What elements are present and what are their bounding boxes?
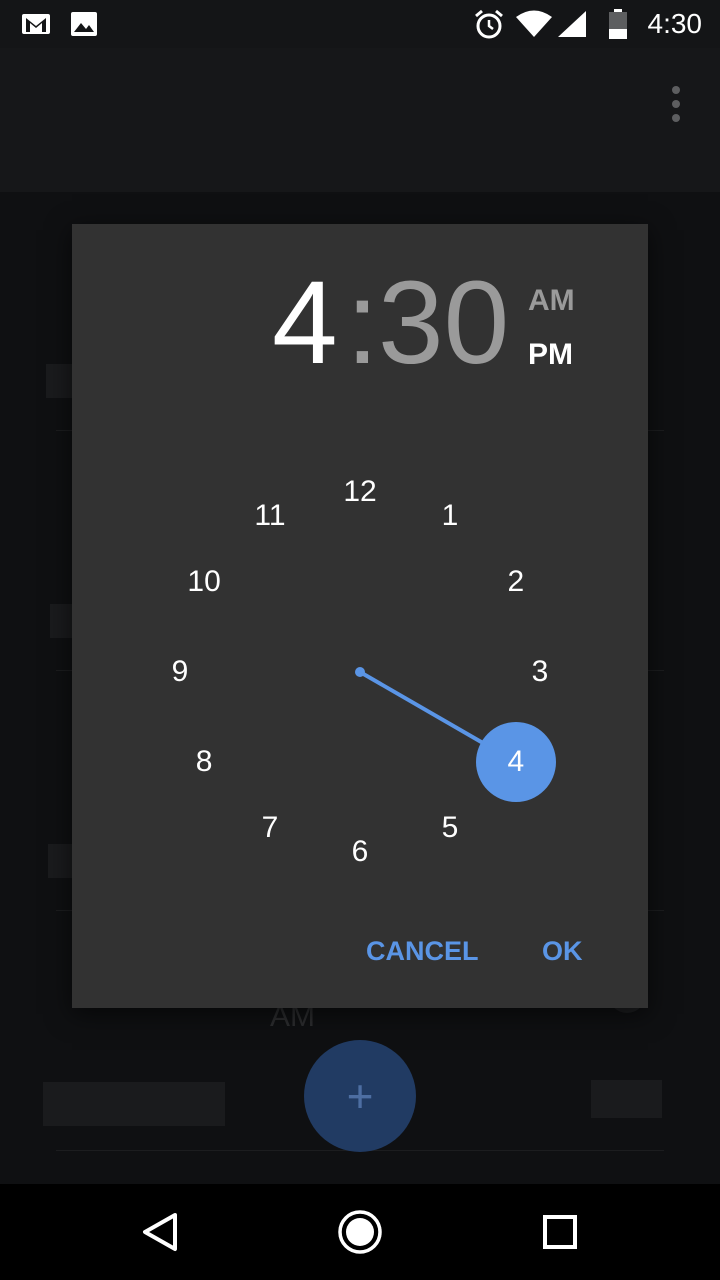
recents-button[interactable] [536,1208,584,1256]
clock-center-dot [355,667,365,677]
battery-icon [606,9,630,39]
home-icon [338,1210,382,1254]
clock-hand [355,667,484,745]
clock-number-10[interactable]: 10 [174,562,234,602]
recents-icon [543,1215,577,1249]
status-time: 4:30 [647,8,703,39]
navigation-bar [0,1184,720,1280]
bg-alarm-bar [43,1082,225,1126]
overflow-menu-icon[interactable] [670,86,682,122]
time-picker-dialog: 4 : 30 AM PM 12 1 2 3 4 5 6 7 8 9 10 11 CANCEL OK [72,224,648,1008]
home-button[interactable] [336,1208,384,1256]
clock-number-6[interactable]: 6 [330,832,390,872]
clock-number-4[interactable]: 4 [486,742,546,782]
alarm-icon [472,9,506,39]
status-bar: 4:30 [0,0,720,48]
cancel-button[interactable]: CANCEL [366,936,479,967]
ok-button[interactable]: OK [542,936,583,967]
clock-number-11[interactable]: 11 [240,496,300,536]
clock-number-12[interactable]: 12 [330,472,390,512]
signal-icon [556,10,588,38]
bg-alarm-bar [591,1080,662,1118]
clock-face[interactable]: 12 1 2 3 4 5 6 7 8 9 10 11 [72,224,648,1008]
wifi-icon [514,10,554,38]
clock-number-3[interactable]: 3 [510,652,570,692]
app-bar [0,48,720,192]
clock-number-1[interactable]: 1 [420,496,480,536]
clock-number-2[interactable]: 2 [486,562,546,602]
clock-number-7[interactable]: 7 [240,808,300,848]
clock-number-8[interactable]: 8 [174,742,234,782]
clock-number-5[interactable]: 5 [420,808,480,848]
image-icon [68,10,100,38]
add-alarm-button[interactable]: + [304,1040,416,1152]
back-button[interactable] [136,1208,184,1256]
back-icon [143,1213,177,1251]
plus-icon: + [346,1070,374,1122]
gmail-icon [20,10,52,38]
clock-number-9[interactable]: 9 [150,652,210,692]
